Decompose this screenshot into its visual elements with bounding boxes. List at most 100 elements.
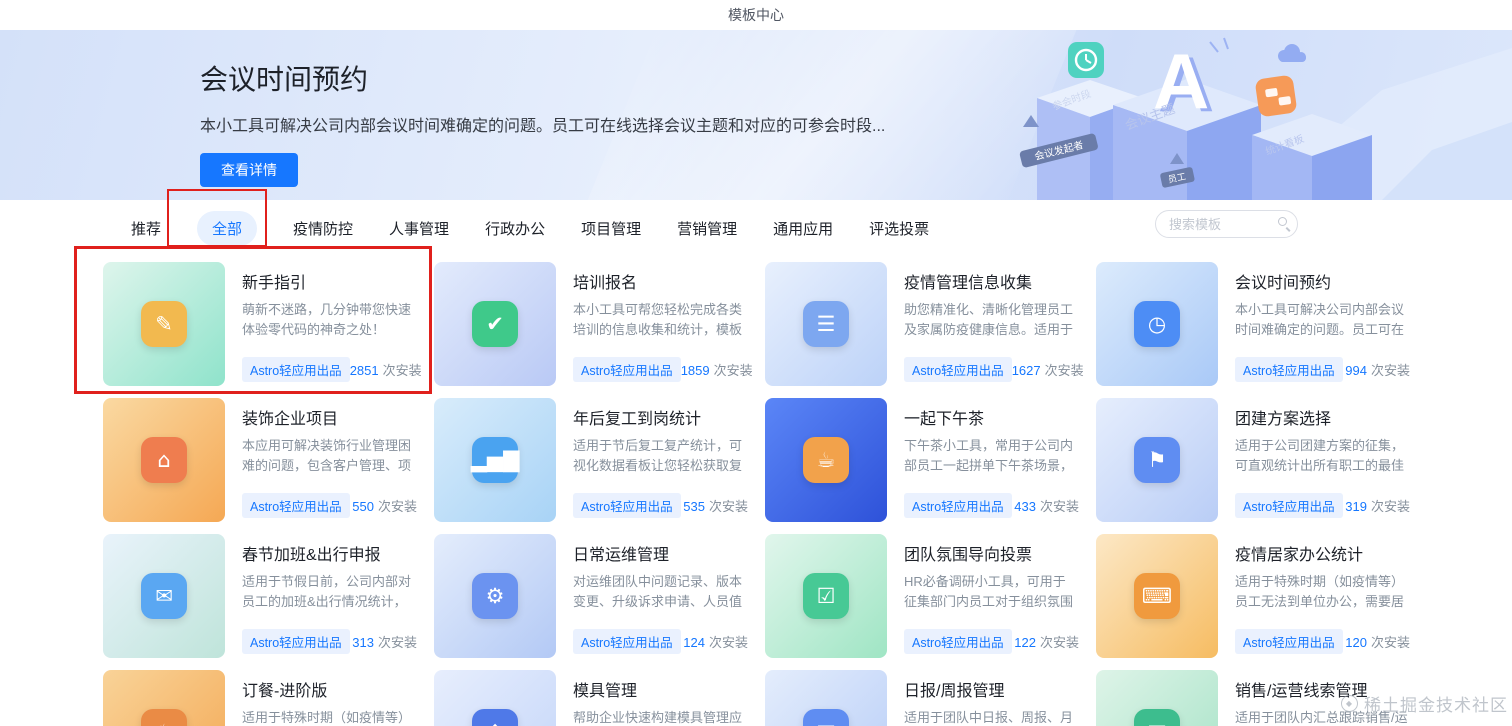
install-count: 1859 次安装	[680, 363, 753, 378]
card-title: 春节加班&出行申报	[242, 547, 381, 564]
template-card[interactable]: ♨ 订餐-进阶版 适用于特殊时期（如疫情等）员工 Astro轻应用出品	[103, 670, 423, 726]
card-illustration-icon: ❖	[472, 709, 518, 726]
template-card[interactable]: ✎ 新手指引 萌新不迷路，几分钟带您快速体验零代码的神奇之处！ Astro轻应用…	[103, 262, 423, 386]
card-illustration-icon: ✔	[472, 301, 518, 347]
card-description: 适用于特殊时期（如疫情等）员工无法到单位办公，需要居家办公...	[1235, 574, 1405, 609]
card-illustration-icon: ♨	[141, 709, 187, 726]
template-card[interactable]: ⚑ 团建方案选择 适用于公司团建方案的征集，可直观统计出所有职工的最佳团建时..…	[1096, 398, 1416, 522]
template-card[interactable]: ◷ 会议时间预约 本小工具可解决公司内部会议时间难确定的问题。员工可在线选择..…	[1096, 262, 1416, 386]
publisher-badge[interactable]: Astro轻应用出品	[904, 357, 1012, 382]
card-title: 年后复工到岗统计	[573, 411, 702, 428]
card-illustration: ⚑	[1096, 398, 1218, 522]
card-title: 疫情居家办公统计	[1235, 547, 1364, 564]
template-card[interactable]: ⚙ 日常运维管理 对运维团队中问题记录、版本变更、升级诉求申请、人员值班管...…	[434, 534, 754, 658]
card-illustration-icon: ⌂	[141, 437, 187, 483]
tab-3[interactable]: 人事管理	[389, 211, 449, 246]
template-card[interactable]: ❖ 模具管理 帮助企业快速构建模具管理应用， Astro轻应用出品	[434, 670, 754, 726]
card-illustration: ◷	[1096, 262, 1218, 386]
card-description: 适用于节后复工复产统计，可视化数据看板让您轻松获取复工情况	[573, 438, 743, 473]
tab-7[interactable]: 通用应用	[773, 211, 833, 246]
publisher-badge[interactable]: Astro轻应用出品	[242, 629, 350, 654]
juejin-logo-icon: ◆	[1341, 695, 1358, 712]
search-icon[interactable]	[1278, 217, 1287, 226]
card-title: 新手指引	[242, 275, 307, 292]
install-count: 319 次安装	[1345, 499, 1410, 514]
card-title: 日常运维管理	[573, 547, 670, 564]
install-count: 433 次安装	[1014, 499, 1079, 514]
tab-2[interactable]: 疫情防控	[293, 211, 353, 246]
card-description: 萌新不迷路，几分钟带您快速体验零代码的神奇之处！	[242, 302, 412, 337]
install-count: 1627 次安装	[1011, 363, 1084, 378]
card-description: 本小工具可解决公司内部会议时间难确定的问题。员工可在线选择...	[1235, 302, 1405, 337]
card-illustration-icon: ☰	[803, 301, 849, 347]
template-card[interactable]: ☑ 团队氛围导向投票 HR必备调研小工具，可用于征集部门内员工对于组织氛围的感知…	[765, 534, 1085, 658]
install-count: 313 次安装	[352, 635, 417, 650]
card-illustration: ▦	[765, 670, 887, 726]
hero-illustration: 参会时段 A A 会议主题 统计看板 会议发起者 员工	[1019, 37, 1512, 200]
card-illustration-icon: ☕	[803, 437, 849, 483]
card-title: 会议时间预约	[1235, 275, 1332, 292]
card-title: 日报/周报管理	[904, 683, 1005, 700]
template-card[interactable]: ⌂ 装饰企业项目 本应用可解决装饰行业管理困难的问题，包含客户管理、项目管理..…	[103, 398, 423, 522]
card-illustration-icon: ▂▅▇	[471, 437, 519, 483]
card-illustration-icon: ✉	[141, 573, 187, 619]
card-illustration-icon: ⌨	[1134, 573, 1180, 619]
search-input[interactable]	[1155, 210, 1298, 238]
publisher-badge[interactable]: Astro轻应用出品	[573, 493, 681, 518]
template-card[interactable]: ☕ 一起下午茶 下午茶小工具，常用于公司内部员工一起拼单下午茶场景，可用于...…	[765, 398, 1085, 522]
publisher-badge[interactable]: Astro轻应用出品	[904, 629, 1012, 654]
template-card[interactable]: ⌨ 疫情居家办公统计 适用于特殊时期（如疫情等）员工无法到单位办公，需要居家办公…	[1096, 534, 1416, 658]
tab-5[interactable]: 项目管理	[581, 211, 641, 246]
card-description: 适用于特殊时期（如疫情等）员工	[242, 710, 412, 725]
card-illustration: ⌂	[103, 398, 225, 522]
card-illustration-icon: ▤	[1134, 709, 1180, 726]
template-card[interactable]: ▦ 日报/周报管理 适用于团队中日报、周报、月报管 Astro轻应用出品	[765, 670, 1085, 726]
template-card[interactable]: ☰ 疫情管理信息收集 助您精准化、清晰化管理员工及家属防疫健康信息。适用于员工及…	[765, 262, 1085, 386]
tab-0[interactable]: 推荐	[131, 211, 161, 246]
hero-description: 本小工具可解决公司内部会议时间难确定的问题。员工可在线选择会议主题和对应的可参会…	[200, 118, 886, 135]
view-details-button[interactable]: 查看详情	[200, 153, 298, 187]
card-title: 团队氛围导向投票	[904, 547, 1033, 564]
tab-4[interactable]: 行政办公	[485, 211, 545, 246]
card-description: 适用于团队中日报、周报、月报管	[904, 710, 1074, 725]
card-illustration-icon: ⚑	[1134, 437, 1180, 483]
install-count: 122 次安装	[1014, 635, 1079, 650]
template-card[interactable]: ▂▅▇ 年后复工到岗统计 适用于节后复工复产统计，可视化数据看板让您轻松获取复工…	[434, 398, 754, 522]
cloud-icon	[1278, 44, 1306, 62]
template-card[interactable]: ✔ 培训报名 本小工具可帮您轻松完成各类培训的信息收集和统计，模板包含员... …	[434, 262, 754, 386]
card-title: 培训报名	[573, 275, 638, 292]
card-illustration: ☑	[765, 534, 887, 658]
template-card-grid: ✎ 新手指引 萌新不迷路，几分钟带您快速体验零代码的神奇之处！ Astro轻应用…	[103, 262, 1416, 726]
search-box	[1155, 210, 1298, 238]
publisher-badge[interactable]: Astro轻应用出品	[242, 357, 350, 382]
card-illustration: ✉	[103, 534, 225, 658]
card-description: HR必备调研小工具，可用于征集部门内员工对于组织氛围的感知...	[904, 574, 1074, 609]
card-title: 模具管理	[573, 683, 638, 700]
publisher-badge[interactable]: Astro轻应用出品	[573, 629, 681, 654]
install-count: 550 次安装	[352, 499, 417, 514]
tab-bar: 推荐 全部 疫情防控 人事管理 行政办公 项目管理 营销管理 通用应用 评选投票	[131, 211, 929, 246]
tab-1[interactable]: 全部	[197, 211, 258, 246]
card-illustration-icon: ⚙	[472, 573, 518, 619]
publisher-badge[interactable]: Astro轻应用出品	[1235, 629, 1343, 654]
card-illustration: ☕	[765, 398, 887, 522]
publisher-badge[interactable]: Astro轻应用出品	[242, 493, 350, 518]
card-title: 装饰企业项目	[242, 411, 339, 428]
card-illustration: ♨	[103, 670, 225, 726]
watermark-text: 稀土掘金技术社区	[1364, 696, 1508, 715]
publisher-badge[interactable]: Astro轻应用出品	[1235, 493, 1343, 518]
publisher-badge[interactable]: Astro轻应用出品	[573, 357, 681, 382]
template-card[interactable]: ✉ 春节加班&出行申报 适用于节假日前，公司内部对员工的加班&出行情况统计，尤其…	[103, 534, 423, 658]
card-illustration: ▤	[1096, 670, 1218, 726]
publisher-badge[interactable]: Astro轻应用出品	[904, 493, 1012, 518]
top-bar: 模板中心	[0, 0, 1512, 30]
card-illustration-icon: ☑	[803, 573, 849, 619]
card-title: 团建方案选择	[1235, 411, 1332, 428]
tab-8[interactable]: 评选投票	[869, 211, 929, 246]
card-illustration: ⚙	[434, 534, 556, 658]
card-illustration: ✎	[103, 262, 225, 386]
publisher-badge[interactable]: Astro轻应用出品	[1235, 357, 1343, 382]
tab-6[interactable]: 营销管理	[677, 211, 737, 246]
card-illustration: ❖	[434, 670, 556, 726]
card-description: 对运维团队中问题记录、版本变更、升级诉求申请、人员值班管...	[573, 574, 743, 609]
